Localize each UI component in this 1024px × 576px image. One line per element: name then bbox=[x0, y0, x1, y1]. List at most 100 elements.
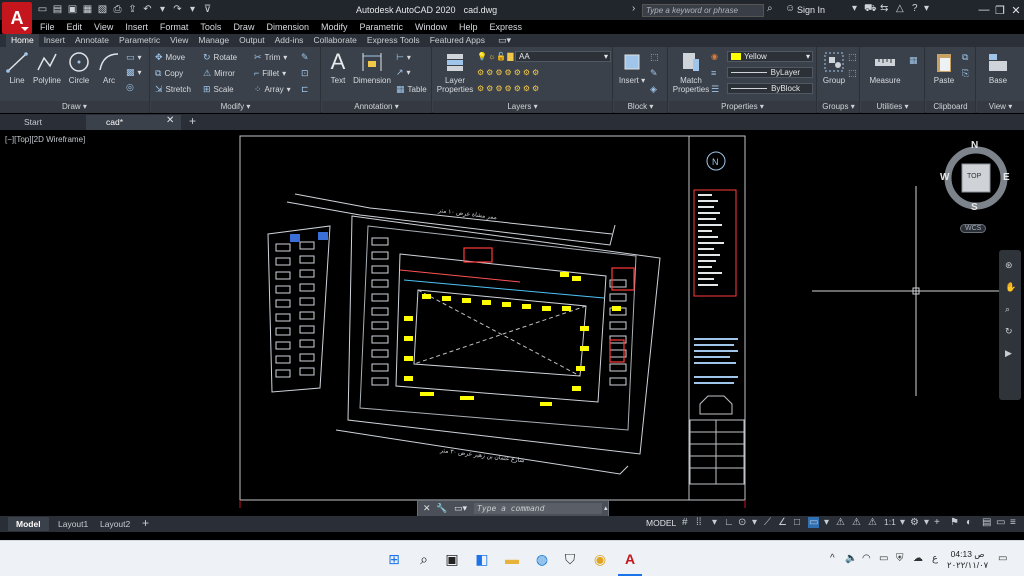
search-input[interactable]: Type a keyword or phrase bbox=[642, 4, 764, 17]
customize-qat-icon[interactable]: ⊽ bbox=[201, 3, 214, 16]
layout1-tab[interactable]: Layout1 bbox=[50, 517, 96, 531]
compass-south[interactable]: S bbox=[971, 202, 978, 213]
base-tool[interactable]: Base bbox=[983, 50, 1013, 85]
recent-commands-icon[interactable]: ▭▾ bbox=[454, 503, 467, 514]
trim-tool[interactable]: ✂ Trim ▾ bbox=[254, 52, 287, 63]
showmotion-icon[interactable]: ▶ bbox=[1005, 348, 1012, 359]
menu-insert[interactable]: Insert bbox=[119, 20, 154, 34]
tab-output[interactable]: Output bbox=[234, 34, 270, 47]
wifi-icon[interactable]: ◠ bbox=[862, 553, 871, 564]
group-edit-icon[interactable]: ⬚ bbox=[848, 68, 857, 79]
help-icon[interactable]: ? bbox=[912, 3, 918, 14]
open-icon[interactable]: ▤ bbox=[51, 3, 64, 16]
saveas-icon[interactable]: ▦ bbox=[81, 3, 94, 16]
color-dropdown[interactable]: Yellow ▾ bbox=[727, 51, 813, 62]
customize-status-icon[interactable]: ≡ bbox=[1010, 517, 1016, 528]
plot-icon[interactable]: ⎙ bbox=[111, 3, 124, 16]
viewcube-top-face[interactable]: TOP bbox=[967, 173, 981, 180]
close-tab-icon[interactable]: ✕ bbox=[166, 115, 174, 126]
line-tool[interactable]: Line bbox=[4, 50, 30, 85]
copy-tool[interactable]: ⧉ Copy bbox=[155, 68, 183, 79]
selection-cycling-icon[interactable]: ▭ bbox=[808, 517, 820, 528]
layout2-tab[interactable]: Layout2 bbox=[92, 517, 138, 531]
block-attr-icon[interactable]: ◈ bbox=[650, 84, 657, 95]
restore-icon[interactable]: ❐ bbox=[992, 0, 1008, 20]
menu-parametric[interactable]: Parametric bbox=[354, 20, 410, 34]
orbit-icon[interactable]: ↻ bbox=[1005, 326, 1013, 337]
web-save-icon[interactable]: ▧ bbox=[96, 3, 109, 16]
autoscale-icon[interactable]: ⚠ bbox=[852, 517, 861, 528]
units-icon[interactable]: ⚑ bbox=[950, 517, 959, 528]
task-view-icon[interactable]: ▣ bbox=[442, 549, 462, 569]
object-snap-tracking-icon[interactable]: ∠ bbox=[778, 517, 787, 528]
close-icon[interactable]: ✕ bbox=[1008, 0, 1024, 20]
zoom-extents-icon[interactable]: ⌕ bbox=[1005, 304, 1010, 315]
scale-tool[interactable]: ⊞ Scale bbox=[203, 84, 234, 95]
tab-home[interactable]: Home bbox=[6, 34, 39, 47]
draw-panel-title[interactable]: Draw ▾ bbox=[0, 101, 149, 113]
menu-file[interactable]: File bbox=[34, 20, 61, 34]
groups-panel-title[interactable]: Groups ▾ bbox=[818, 101, 859, 113]
close-command-line-icon[interactable]: ✕ bbox=[423, 503, 431, 514]
user-icon[interactable]: ☺ bbox=[785, 3, 795, 14]
isolate-objects-icon[interactable]: ◐ bbox=[966, 517, 972, 528]
erase-icon[interactable]: ✎ bbox=[301, 52, 309, 63]
store-icon[interactable]: ⛉ bbox=[560, 549, 580, 569]
tab-parametric[interactable]: Parametric bbox=[114, 34, 165, 47]
file-explorer-icon[interactable]: ▬ bbox=[502, 549, 522, 569]
block-panel-title[interactable]: Block ▾ bbox=[614, 101, 667, 113]
tab-collaborate[interactable]: Collaborate bbox=[308, 34, 361, 47]
edit-block-icon[interactable]: ✎ bbox=[650, 68, 658, 79]
layer-dropdown[interactable]: AA ▾ bbox=[515, 51, 611, 62]
annotation-scale-icon[interactable]: ⚠ bbox=[868, 517, 877, 528]
annotation-monitor-icon[interactable]: + bbox=[934, 517, 940, 528]
linear-dim-icon[interactable]: ⊢ ▾ bbox=[396, 52, 411, 63]
layer-properties-tool[interactable]: Layer Properties bbox=[436, 50, 474, 94]
layers-panel-title[interactable]: Layers ▾ bbox=[433, 101, 612, 113]
taskbar-search-icon[interactable]: ⌕ bbox=[414, 549, 434, 569]
menu-help[interactable]: Help bbox=[453, 20, 484, 34]
properties-panel-title[interactable]: Properties ▾ bbox=[669, 101, 816, 113]
battery-icon[interactable]: ▭ bbox=[879, 553, 888, 564]
offset-icon[interactable]: ⊏ bbox=[301, 84, 309, 95]
viewcube[interactable]: N S E W TOP bbox=[938, 140, 1014, 216]
create-block-icon[interactable]: ⬚ bbox=[650, 52, 659, 63]
grid-icon[interactable]: # bbox=[682, 517, 688, 528]
edge-browser-icon[interactable]: ◍ bbox=[532, 549, 552, 569]
rotate-tool[interactable]: ↻ Rotate bbox=[203, 52, 237, 63]
new-tab-icon[interactable]: + bbox=[189, 114, 196, 128]
utilities-panel-title[interactable]: Utilities ▾ bbox=[861, 101, 924, 113]
menu-tools[interactable]: Tools bbox=[194, 20, 227, 34]
isodraft-icon[interactable]: ⟋ bbox=[764, 517, 771, 528]
search-expand-icon[interactable]: › bbox=[632, 3, 635, 14]
hardware-accel-icon[interactable]: ▤ bbox=[982, 517, 991, 528]
tab-view[interactable]: View bbox=[165, 34, 193, 47]
search-icon[interactable]: ⌕ bbox=[767, 3, 773, 14]
model-space-toggle[interactable]: MODEL bbox=[646, 518, 676, 528]
new-icon[interactable]: ▭ bbox=[36, 3, 49, 16]
snap-dropdown-icon[interactable]: ▾ bbox=[712, 517, 717, 528]
exchange-icon[interactable]: ⇆ bbox=[880, 3, 888, 14]
group-tool[interactable]: Group bbox=[820, 50, 848, 85]
annotation-panel-title[interactable]: Annotation ▾ bbox=[322, 101, 431, 113]
selection-dropdown-icon[interactable]: ▾ bbox=[824, 517, 829, 528]
arc-tool[interactable]: Arc bbox=[96, 50, 122, 85]
measure-tool[interactable]: Measure bbox=[865, 50, 905, 85]
windows-start-icon[interactable]: ⊞ bbox=[384, 549, 404, 569]
menu-format[interactable]: Format bbox=[154, 20, 195, 34]
command-history-icon[interactable]: ▴ bbox=[604, 504, 608, 512]
ungroup-icon[interactable]: ⬚ bbox=[848, 52, 857, 63]
menu-window[interactable]: Window bbox=[409, 20, 453, 34]
notification-icon[interactable]: ▭ bbox=[998, 553, 1007, 564]
tab-annotate[interactable]: Annotate bbox=[70, 34, 114, 47]
utilities-more-icon[interactable]: ▦ bbox=[909, 55, 918, 66]
layer-tools-row1[interactable]: ⚙⚙⚙⚙⚙⚙⚙ bbox=[477, 68, 541, 77]
security-icon[interactable]: ⛨ bbox=[896, 553, 904, 564]
copy-clip-icon[interactable]: ⧉ bbox=[962, 52, 968, 63]
command-input[interactable]: Type a command bbox=[474, 503, 602, 514]
steering-wheel-icon[interactable]: ⊛ bbox=[1005, 260, 1013, 271]
object-snap-icon[interactable]: □ bbox=[794, 517, 800, 528]
tab-manage[interactable]: Manage bbox=[193, 34, 234, 47]
insert-block-tool[interactable]: Insert ▾ bbox=[618, 50, 646, 85]
hatch-icon[interactable]: ▩ ▾ bbox=[126, 67, 142, 78]
